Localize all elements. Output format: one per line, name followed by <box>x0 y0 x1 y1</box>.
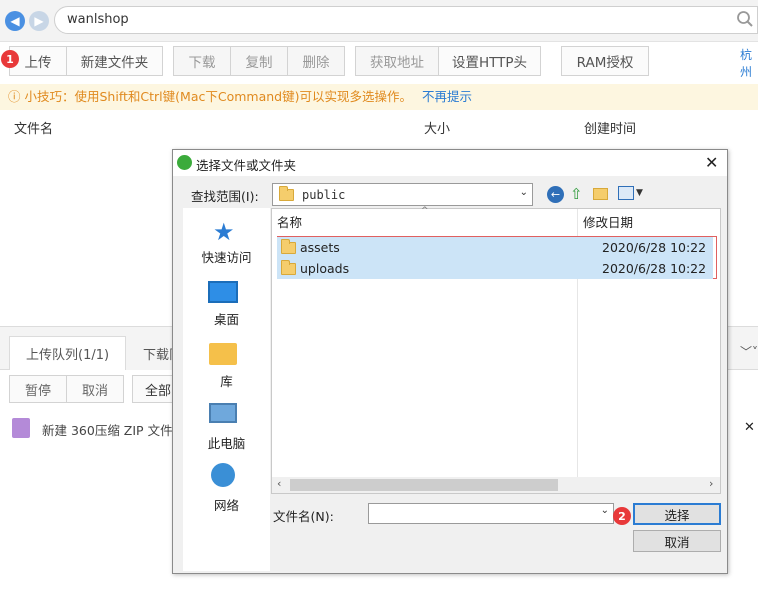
file-row[interactable]: assets 2020/6/28 10:22 <box>277 237 713 258</box>
new-folder-button[interactable]: 新建文件夹 <box>66 46 163 76</box>
app-icon <box>177 155 192 170</box>
close-icon[interactable]: ✕ <box>705 153 718 172</box>
region-link[interactable]: 杭州 <box>740 46 758 80</box>
delete-button[interactable]: 删除 <box>287 46 345 76</box>
tip-bar: ⓘ 小技巧：使用Shift和Ctrl键(Mac下Command键)可以实现多选操… <box>0 84 758 110</box>
quick-access-icon[interactable]: ★ <box>213 218 235 246</box>
col-name-header[interactable]: 名称 <box>277 212 302 231</box>
place-quick-access[interactable]: 快速访问 <box>183 247 270 266</box>
place-library[interactable]: 库 <box>183 371 270 390</box>
step-badge-1: 1 <box>1 50 19 68</box>
back-arrow-icon[interactable]: ← <box>547 186 564 203</box>
col-size[interactable]: 大小 <box>424 118 450 137</box>
scroll-left-icon[interactable]: ‹ <box>277 477 281 490</box>
file-name: assets <box>300 240 340 255</box>
file-row[interactable]: uploads 2020/6/28 10:22 <box>277 258 713 279</box>
folder-icon <box>281 238 296 254</box>
search-icon[interactable] <box>736 10 754 32</box>
download-button[interactable]: 下载 <box>173 46 231 76</box>
zip-file-icon <box>12 418 30 438</box>
look-in-label: 查找范围(I): <box>191 189 259 204</box>
col-filename[interactable]: 文件名 <box>14 118 53 137</box>
file-chooser-dialog: 选择文件或文件夹 ✕ 查找范围(I): public ⌄ ← ⇧ ▼ ★ 快速访… <box>172 149 728 574</box>
tab-upload-queue[interactable]: 上传队列(1/1) <box>9 336 127 370</box>
cancel-queue-button[interactable]: 取消 <box>66 375 124 403</box>
place-this-pc[interactable]: 此电脑 <box>183 433 270 452</box>
filename-input[interactable]: ⌄ <box>368 503 614 524</box>
set-http-header-button[interactable]: 设置HTTP头 <box>438 46 541 76</box>
collapse-chevron-icon[interactable]: ﹀˅ <box>740 343 758 360</box>
look-in-select[interactable]: public ⌄ <box>272 183 533 206</box>
folder-icon <box>279 185 294 201</box>
view-menu-icon[interactable] <box>618 186 634 200</box>
file-modified: 2020/6/28 10:22 <box>602 240 707 255</box>
dismiss-tip-link[interactable]: 不再提示 <box>422 89 472 104</box>
address-input[interactable]: wanlshop <box>54 6 758 34</box>
forward-icon[interactable]: ▶ <box>29 11 49 31</box>
get-address-button[interactable]: 获取地址 <box>355 46 439 76</box>
step-badge-2: 2 <box>613 507 631 525</box>
chevron-down-icon[interactable]: ⌄ <box>601 505 609 516</box>
all-button[interactable]: 全部 <box>132 375 174 403</box>
info-icon: ⓘ <box>8 89 21 104</box>
chevron-down-icon: ⌄ <box>519 187 528 198</box>
sort-up-icon: ^ <box>421 206 429 216</box>
scroll-right-icon[interactable]: › <box>709 477 713 490</box>
library-icon[interactable] <box>209 343 237 365</box>
look-in-value: public <box>302 187 346 202</box>
file-name: uploads <box>300 261 350 276</box>
up-folder-icon[interactable]: ⇧ <box>570 185 583 203</box>
place-desktop[interactable]: 桌面 <box>183 309 270 328</box>
network-icon[interactable] <box>211 463 235 487</box>
select-button[interactable]: 选择 <box>633 503 721 525</box>
folder-icon <box>281 259 296 275</box>
filename-label: 文件名(N): <box>273 509 334 524</box>
scrollbar-thumb[interactable] <box>290 479 558 491</box>
col-created[interactable]: 创建时间 <box>584 118 636 137</box>
desktop-icon[interactable] <box>208 281 238 303</box>
tip-text: 小技巧：使用Shift和Ctrl键(Mac下Command键)可以实现多选操作。 <box>24 89 412 104</box>
dialog-title: 选择文件或文件夹 <box>196 158 297 173</box>
this-pc-icon[interactable] <box>209 403 237 423</box>
place-network[interactable]: 网络 <box>183 495 270 514</box>
queue-item-name: 新建 360压缩 ZIP 文件.z <box>42 423 184 438</box>
copy-button[interactable]: 复制 <box>230 46 288 76</box>
ram-auth-button[interactable]: RAM授权 <box>561 46 649 76</box>
pause-button[interactable]: 暂停 <box>9 375 67 403</box>
remove-item-icon[interactable]: ✕ <box>744 420 755 435</box>
file-modified: 2020/6/28 10:22 <box>602 261 707 276</box>
col-modified-header[interactable]: 修改日期 <box>583 212 633 231</box>
back-icon[interactable]: ◀ <box>5 11 25 31</box>
dialog-cancel-button[interactable]: 取消 <box>633 530 721 552</box>
view-dropdown-icon[interactable]: ▼ <box>636 188 643 198</box>
new-folder-icon[interactable] <box>593 188 608 200</box>
